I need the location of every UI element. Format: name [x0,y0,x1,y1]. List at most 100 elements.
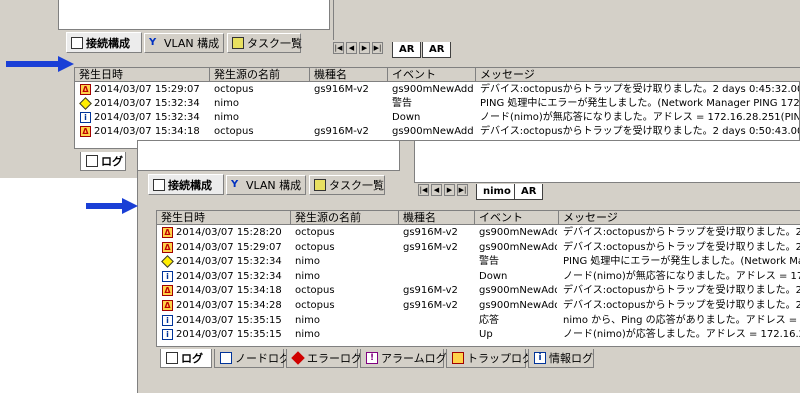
last-sheet-button[interactable]: ▶| [457,184,468,196]
tab-tasks[interactable]: タスク一覧 [309,175,385,195]
first-sheet-button[interactable]: |◀ [333,42,344,54]
top-map-pane [333,0,800,40]
cell-message: ノード(nimo)が応答しました。アドレス = 172.16.28.251(P [563,329,800,341]
sheet-tab-ar[interactable]: AR [392,42,422,58]
first-sheet-button[interactable]: |◀ [418,184,429,196]
tab-label: ログ [101,155,123,168]
tab-label: 接続構成 [86,36,130,50]
tab-error-log[interactable]: エラーログ [286,349,362,368]
col-time[interactable]: 発生日時 [75,68,210,82]
table-row[interactable]: Δ 2014/03/07 15:28:20 octopus gs916M-v2 gs90… [157,226,800,240]
tab-log[interactable]: ログ [80,152,126,171]
col-model[interactable]: 機種名 [310,68,388,82]
tab-tasks[interactable]: タスク一覧 [227,33,302,53]
cell-source: nimo [295,256,320,268]
tab-label: エラーログ [307,352,362,365]
cell-time: 2014/03/07 15:34:18 [176,285,282,297]
sheet-tab-ar-2[interactable]: AR [422,42,452,58]
trap-icon [452,352,464,364]
sheet-tab-nimo[interactable]: nimo [476,184,518,200]
cell-time: 2014/03/07 15:29:07 [176,241,282,253]
col-message[interactable]: メッセージ [476,68,800,82]
prev-sheet-button[interactable]: ◀ [431,184,442,196]
next-sheet-button[interactable]: ▶ [359,42,370,54]
bottom-log-table: 発生日時 発生源の名前 機種名 イベント メッセージ Δ 2014/03/07 1… [156,210,800,347]
col-time[interactable]: 発生日時 [157,211,291,225]
cell-message: ノード(nimo)が無応答になりました。アドレス = 172.16.28 [563,270,800,282]
table-row[interactable]: 2014/03/07 15:32:34 nimo 警告 PING 処理中にエラーが発生… [157,255,800,269]
table-row[interactable]: Δ 2014/03/07 15:29:07 octopus gs916M-v2 gs90… [157,241,800,255]
log-icon [166,352,178,364]
table-row[interactable]: 2014/03/07 15:32:34 nimo 警告 PING 処理中にエラー… [75,97,799,111]
arrow-icon [6,56,74,72]
tab-label: アラームログ [381,352,447,365]
tab-connection[interactable]: 接続構成 [148,174,224,195]
col-message[interactable]: メッセージ [559,211,800,225]
sheet-tab-ar[interactable]: AR [514,184,544,200]
info-icon: i [162,329,173,341]
cell-model: gs916M-v2 [403,300,458,311]
bottom-screenshot: 接続構成 Y VLAN 構成 タスク一覧 |◀ ◀ ▶ ▶| nimo AR 発… [137,140,800,393]
tab-connection[interactable]: 接続構成 [66,32,142,53]
table-row[interactable]: Δ 2014/03/07 15:34:18 octopus gs916M-v2 … [75,125,799,139]
cell-source: nimo [295,270,320,282]
col-source[interactable]: 発生源の名前 [291,211,399,225]
cell-source: nimo [295,329,320,341]
tab-label: VLAN 構成 [164,37,220,50]
tab-log[interactable]: ログ [160,349,212,368]
node-log-icon [220,352,232,364]
trap-icon: Δ [162,241,173,253]
cell-message: デバイス:octopusからトラップを受け取りました。2 days 0 [563,241,800,253]
table-row[interactable]: Δ 2014/03/07 15:34:18 octopus gs916M-v2 gs90… [157,284,800,298]
cell-time: 2014/03/07 15:28:20 [176,227,282,238]
cell-event: Up [479,329,493,341]
table-row[interactable]: Δ 2014/03/07 15:29:07 octopus gs916M-v2 … [75,83,799,97]
tab-label: タスク一覧 [247,37,302,50]
col-event[interactable]: イベント [388,68,476,82]
cell-time: 2014/03/07 15:32:34 [176,256,282,268]
cell-message: PING 処理中にエラーが発生しました。(Network Manage [563,256,800,268]
col-model[interactable]: 機種名 [399,211,475,225]
tab-vlan[interactable]: Y VLAN 構成 [144,33,224,53]
cell-time: 2014/03/07 15:35:15 [176,329,282,341]
tab-vlan[interactable]: Y VLAN 構成 [226,175,306,195]
cell-event: gs900mNewAdd... [479,241,557,253]
info-icon: i [162,314,173,326]
cell-source: nimo [295,314,320,326]
table-row[interactable]: i 2014/03/07 15:35:15 nimo 応答 nimo から、Ping の… [157,314,800,328]
cell-model: gs916M-v2 [403,227,458,238]
cell-event: 応答 [479,314,499,326]
task-list-icon [314,179,326,191]
task-list-icon [232,37,244,49]
cell-time: 2014/03/07 15:34:28 [176,300,282,311]
tab-label: VLAN 構成 [246,179,302,192]
trap-icon: Δ [162,285,173,297]
top-tree-pane [58,0,330,30]
table-row[interactable]: i 2014/03/07 15:35:15 nimo Up ノード(nimo)が応答しま… [157,328,800,342]
cell-event: 警告 [479,256,499,268]
prev-sheet-button[interactable]: ◀ [346,42,357,54]
table-row[interactable]: Δ 2014/03/07 15:34:28 octopus gs916M-v2 gs90… [157,299,800,313]
tab-label: 情報ログ [549,352,593,365]
next-sheet-button[interactable]: ▶ [444,184,455,196]
col-event[interactable]: イベント [475,211,559,225]
vlan-icon: Y [149,37,157,48]
tab-label: ログ [181,352,203,365]
tab-alarm-log[interactable]: ! アラームログ [360,349,447,368]
cell-source: octopus [295,300,335,311]
table-row[interactable]: i 2014/03/07 15:32:34 nimo Down ノード(nimo)が無応… [157,270,800,284]
cell-model: gs916M-v2 [403,241,458,253]
table-row[interactable]: i 2014/03/07 15:32:34 nimo Down ノード(nimo… [75,111,799,125]
tab-info-log[interactable]: i 情報ログ [528,349,594,368]
info-icon: i [534,352,546,364]
connection-icon [71,36,83,49]
last-sheet-button[interactable]: ▶| [372,42,383,54]
tab-node-log[interactable]: ノードログ [214,349,290,368]
trap-icon: Δ [80,126,91,137]
tab-trap-log[interactable]: トラップログ [446,349,533,368]
col-source[interactable]: 発生源の名前 [210,68,310,82]
cell-source: octopus [295,241,335,253]
trap-icon: Δ [80,84,91,95]
tab-label: ノードログ [235,352,290,365]
cell-message: デバイス:octopusからトラップを受け取りました。2 days 0 [563,285,800,297]
